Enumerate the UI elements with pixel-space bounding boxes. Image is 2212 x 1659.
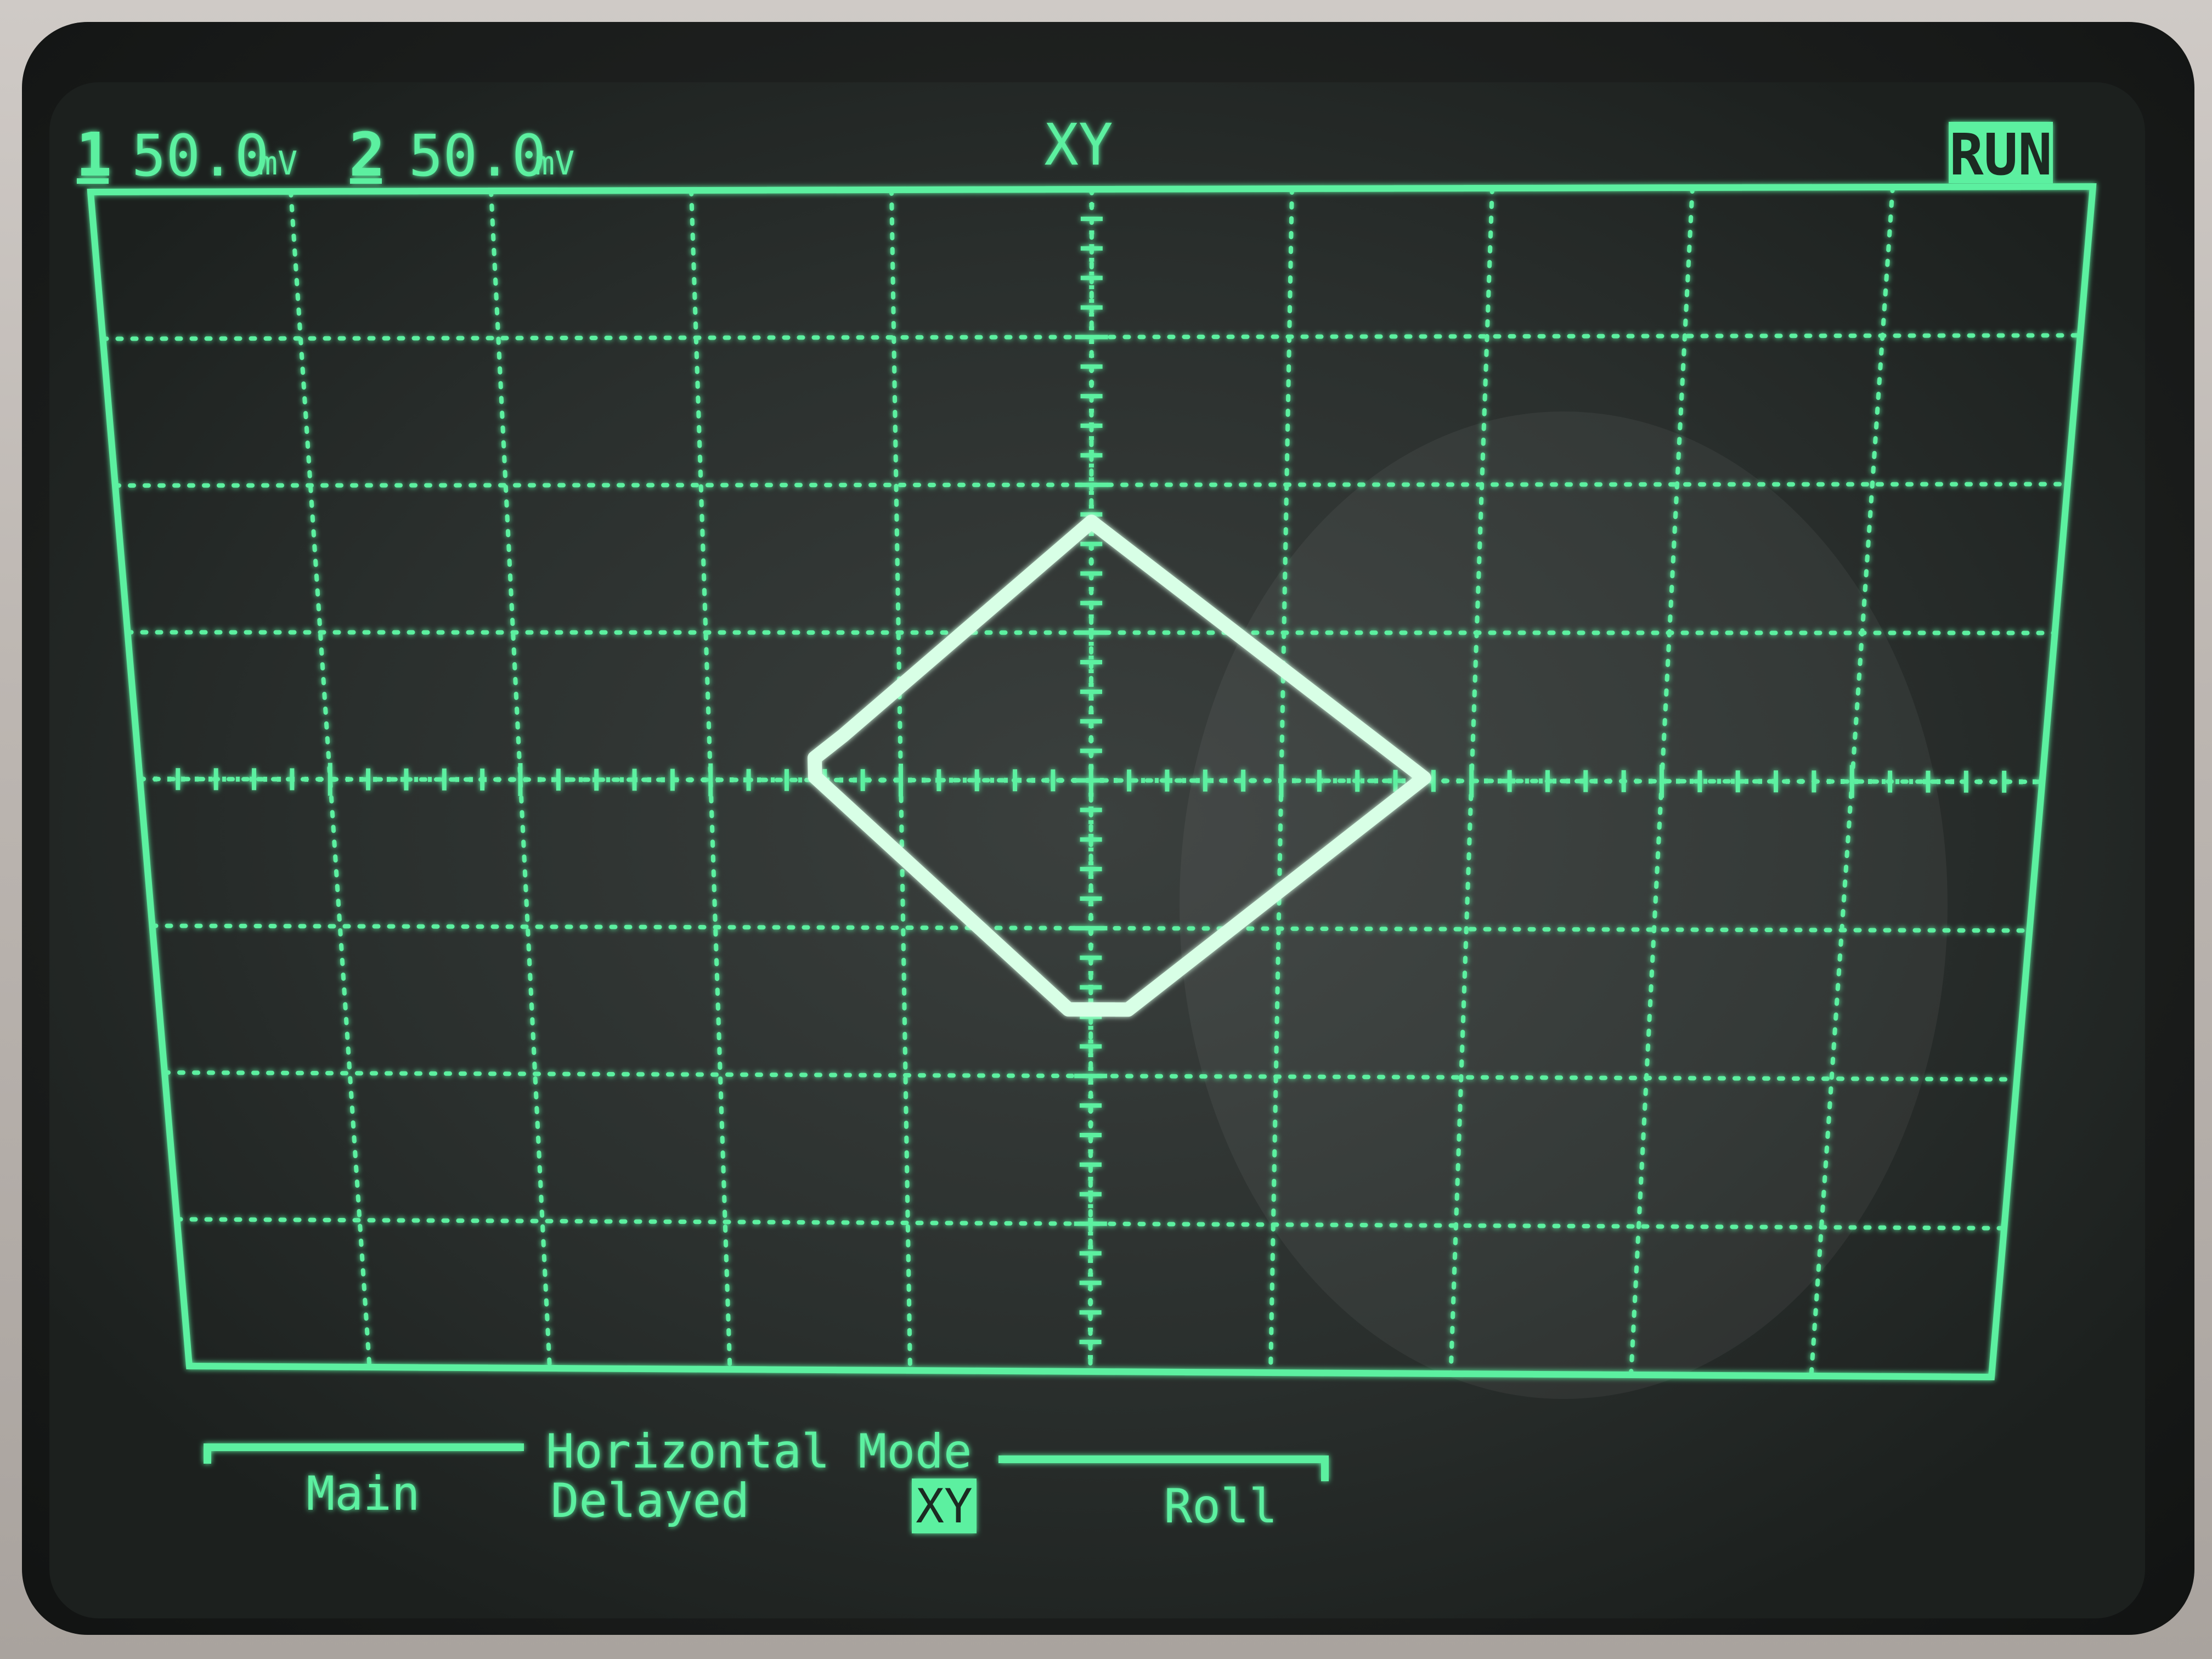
ch2-scale: 50.0 bbox=[409, 122, 546, 189]
ch2-underline bbox=[350, 178, 382, 184]
oscilloscope-screen: 1 50.0 mV 2 50.0 mV XY RUN Horizontal Mo… bbox=[49, 82, 2145, 1618]
softkey-xy[interactable]: XY bbox=[916, 1479, 973, 1534]
ch1-scale: 50.0 bbox=[132, 122, 269, 189]
run-state: RUN bbox=[1949, 121, 2052, 188]
ch1-unit: mV bbox=[258, 144, 297, 183]
ch1-underline bbox=[77, 178, 109, 184]
softkey-main[interactable]: Main bbox=[306, 1466, 420, 1521]
mode-label: XY bbox=[1044, 111, 1113, 178]
softkey-delayed[interactable]: Delayed bbox=[551, 1474, 749, 1528]
menu-title: Horizontal Mode bbox=[546, 1424, 972, 1479]
ch2-unit: mV bbox=[535, 144, 574, 183]
glare-reflection bbox=[1180, 411, 1948, 1399]
softkey-roll[interactable]: Roll bbox=[1164, 1479, 1277, 1534]
